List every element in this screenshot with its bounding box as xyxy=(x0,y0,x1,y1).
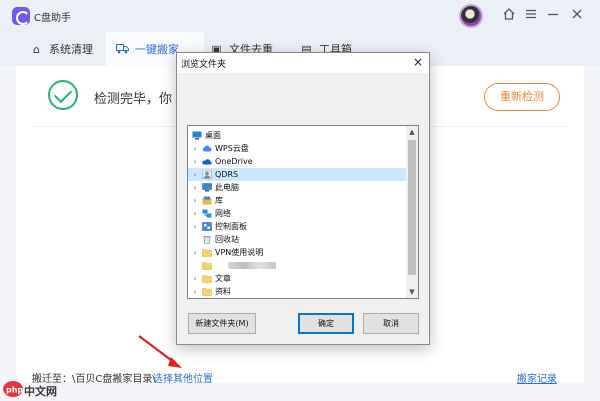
app-logo-icon xyxy=(12,7,30,25)
rescan-button[interactable]: 重新检测 xyxy=(484,83,560,111)
tree-item-blurred-folder[interactable] xyxy=(188,259,408,272)
tree-item-label: QDRS xyxy=(215,170,239,179)
tree-item-label: 网络 xyxy=(215,209,231,218)
watermark-text: 中文网 xyxy=(24,385,57,398)
tree-item-desktop[interactable]: 桌面 xyxy=(188,129,408,142)
tree-item-label: 库 xyxy=(215,196,223,205)
library-icon xyxy=(202,196,212,205)
tab-label: 一键搬家 xyxy=(135,43,179,56)
close-icon[interactable] xyxy=(569,7,585,23)
desktop-icon xyxy=(192,131,202,140)
onedrive-icon xyxy=(202,157,212,166)
move-records-link[interactable]: 搬家记录 xyxy=(517,370,557,385)
tree-item-qdrs[interactable]: › QDRS xyxy=(188,168,408,181)
minimize-icon[interactable] xyxy=(545,7,561,23)
tree-item-label: WPS云盘 xyxy=(215,144,249,153)
title-bar: C盘助手 xyxy=(0,0,600,32)
expand-chevron-icon[interactable]: › xyxy=(191,155,199,168)
app-window: C盘助手 ⌂ 系统清理 一键搬家 ▣ 文件去重 ▤ 工具箱 检测完毕，你 重新检… xyxy=(0,0,600,401)
tree-scrollbar[interactable]: ▲ ▼ xyxy=(406,126,418,298)
menu-icon[interactable] xyxy=(523,7,539,23)
dialog-title: 浏览文件夹 xyxy=(181,60,227,70)
tree-item-label: OneDrive xyxy=(215,157,253,166)
expand-chevron-icon[interactable]: › xyxy=(191,220,199,233)
app-title: C盘助手 xyxy=(34,13,71,24)
expand-chevron-icon[interactable]: › xyxy=(191,168,199,181)
recycle-bin-icon xyxy=(202,235,212,244)
expand-chevron-icon[interactable]: › xyxy=(191,142,199,155)
folder-icon xyxy=(202,274,212,283)
expand-chevron-icon[interactable]: › xyxy=(191,181,199,194)
scroll-down-icon[interactable]: ▼ xyxy=(406,286,418,298)
tree-item-articles[interactable]: › 文章 xyxy=(188,272,408,285)
tree-item-this-pc[interactable]: › 此电脑 xyxy=(188,181,408,194)
dialog-title-bar: 浏览文件夹 × xyxy=(177,53,429,73)
tree-item-control-panel[interactable]: › 控制面板 xyxy=(188,220,408,233)
scan-status-text: 检测完毕，你 xyxy=(94,92,173,107)
ok-button[interactable]: 确定 xyxy=(298,313,354,334)
control-panel-icon xyxy=(202,222,212,231)
tree-item-network[interactable]: › 网络 xyxy=(188,207,408,220)
blurred-label xyxy=(228,262,276,269)
tree-item-label: 资料 xyxy=(215,287,231,296)
expand-chevron-icon[interactable]: › xyxy=(191,246,199,259)
dialog-close-icon[interactable]: × xyxy=(413,55,423,69)
expand-chevron-icon[interactable]: › xyxy=(191,272,199,285)
tree-item-label: 回收站 xyxy=(215,235,239,244)
tree-item-label: 文章 xyxy=(215,274,231,283)
network-icon xyxy=(202,209,212,218)
cancel-button[interactable]: 取消 xyxy=(363,313,419,334)
user-icon xyxy=(202,169,212,180)
folder-tree[interactable]: 桌面 › WPS云盘 › OneDrive › QDRS › 此电脑 › 库 ›… xyxy=(187,125,419,299)
tree-item-label: 控制面板 xyxy=(215,222,247,231)
folder-icon xyxy=(202,248,212,257)
broom-icon: ⌂ xyxy=(33,42,40,56)
scroll-up-icon[interactable]: ▲ xyxy=(406,126,418,138)
tree-item-onedrive[interactable]: › OneDrive xyxy=(188,155,408,168)
truck-icon xyxy=(116,43,129,56)
tree-item-library[interactable]: › 库 xyxy=(188,194,408,207)
svg-text:php: php xyxy=(6,386,23,395)
folder-icon xyxy=(202,261,212,270)
home-icon[interactable] xyxy=(501,7,517,23)
tree-item-label: 桌面 xyxy=(205,131,221,140)
browse-folder-dialog: 浏览文件夹 × 桌面 › WPS云盘 › OneDrive › QDRS › 此… xyxy=(176,52,430,345)
cloud-icon xyxy=(202,144,212,153)
expand-chevron-icon[interactable]: › xyxy=(191,285,199,298)
scrollbar-thumb[interactable] xyxy=(408,140,416,275)
tree-item-materials[interactable]: › 资料 xyxy=(188,285,408,298)
tree-item-vpn-guide[interactable]: › VPN使用说明 xyxy=(188,246,408,259)
computer-icon xyxy=(202,183,212,192)
folder-icon xyxy=(202,287,212,296)
tab-system-clean[interactable]: ⌂ 系统清理 xyxy=(20,32,103,66)
tab-label: 系统清理 xyxy=(49,43,93,56)
tree-item-recycle-bin[interactable]: 回收站 xyxy=(188,233,408,246)
tree-item-wps-cloud[interactable]: › WPS云盘 xyxy=(188,142,408,155)
checkmark-icon xyxy=(48,80,78,110)
expand-chevron-icon[interactable]: › xyxy=(191,207,199,220)
tree-item-label: 此电脑 xyxy=(215,183,239,192)
avatar[interactable] xyxy=(459,4,483,28)
tree-item-label: VPN使用说明 xyxy=(215,248,264,257)
expand-chevron-icon[interactable]: › xyxy=(191,194,199,207)
new-folder-button[interactable]: 新建文件夹(M) xyxy=(188,313,256,334)
